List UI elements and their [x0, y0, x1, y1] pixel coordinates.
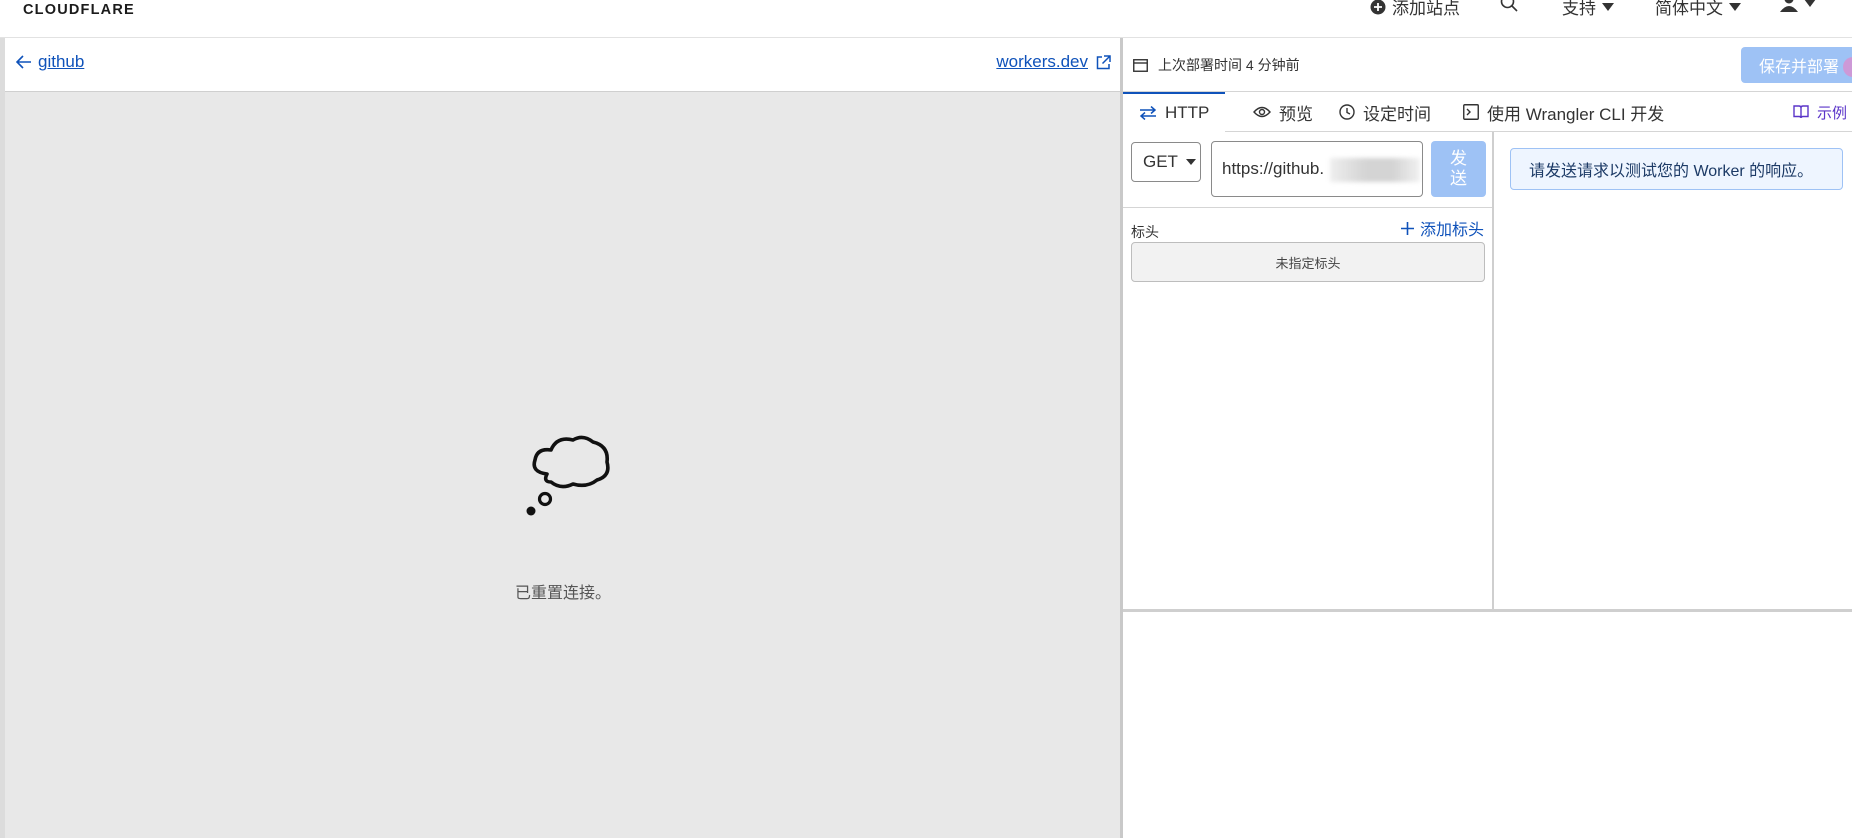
add-header-label: 添加标头: [1420, 222, 1485, 239]
add-site-link[interactable]: 添加站点: [1370, 0, 1460, 19]
terminal-icon: [1463, 104, 1479, 120]
workers-dev-label: workers.dev: [996, 52, 1088, 71]
tab-http[interactable]: HTTP: [1123, 92, 1226, 132]
tab-schedule[interactable]: 设定时间: [1331, 92, 1439, 132]
deploy-status: 上次部署时间 4 分钟前: [1133, 55, 1300, 75]
language-label: 简体中文: [1655, 0, 1723, 18]
tab-http-label: HTTP: [1165, 103, 1210, 122]
add-header-button[interactable]: 添加标头: [1401, 216, 1484, 240]
tool-tabs: HTTP 预览 设定时间 使用 Wrangler CLI 开发 示例: [1123, 92, 1852, 132]
deploy-time-text: 上次部署时间 4 分钟前: [1158, 57, 1300, 73]
editor-pane: 上次部署时间 4 分钟前 保存并部署 HTTP 预览 设定时间 使用 Wrang…: [1123, 38, 1852, 838]
workers-dev-link[interactable]: workers.dev: [996, 52, 1111, 72]
add-site-label: 添加站点: [1392, 0, 1460, 18]
language-menu[interactable]: 简体中文: [1655, 0, 1741, 19]
response-notice: 请发送请求以测试您的 Worker 的响应。: [1510, 148, 1843, 190]
calendar-icon: [1133, 58, 1148, 72]
tab-wrangler-label: 使用 Wrangler CLI 开发: [1487, 104, 1665, 124]
support-menu[interactable]: 支持: [1562, 0, 1614, 19]
cloudflare-logo[interactable]: CLOUDFLARE: [23, 0, 153, 22]
thought-cloud-icon: [526, 435, 610, 516]
external-link-icon: [1096, 54, 1111, 69]
chevron-down-icon: [1804, 0, 1816, 7]
method-select[interactable]: GET: [1131, 142, 1201, 182]
request-divider: [1123, 207, 1492, 208]
search-button[interactable]: [1500, 0, 1518, 12]
top-nav: CLOUDFLARE 添加站点 支持 简体中文: [0, 0, 1852, 38]
logo-wordmark: CLOUDFLARE: [23, 2, 135, 18]
headers-label: 标头: [1131, 224, 1159, 240]
account-menu[interactable]: [1780, 0, 1816, 12]
no-headers-placeholder: 未指定标头: [1131, 242, 1485, 282]
eye-icon: [1253, 106, 1271, 118]
chevron-down-icon: [1729, 2, 1741, 11]
chevron-down-icon: [1602, 2, 1614, 11]
send-label-line2: 送: [1450, 169, 1467, 188]
clock-icon: [1339, 104, 1355, 120]
deploy-bar: 上次部署时间 4 分钟前 保存并部署: [1123, 38, 1852, 92]
save-and-deploy-button[interactable]: 保存并部署: [1741, 47, 1852, 83]
url-input[interactable]: https://github.: [1211, 141, 1423, 197]
tab-wrangler[interactable]: 使用 Wrangler CLI 开发: [1455, 92, 1672, 132]
preview-pane: github workers.dev 已重置连接。: [0, 38, 1121, 838]
empty-state-message: 已重置连接。: [514, 585, 611, 602]
plus-circle-icon: [1370, 0, 1386, 14]
arrow-left-icon: [16, 55, 31, 69]
search-icon: [1500, 0, 1518, 12]
arrows-exchange-icon: [1139, 106, 1157, 120]
chevron-down-icon: [1185, 159, 1196, 165]
book-icon: [1793, 105, 1809, 119]
horizontal-resize-handle[interactable]: [1123, 609, 1852, 612]
tab-schedule-label: 设定时间: [1363, 104, 1431, 124]
preview-toolbar: github workers.dev: [5, 38, 1121, 92]
redacted-blur: [1330, 158, 1420, 182]
tab-preview-label: 预览: [1279, 104, 1313, 124]
send-label-line1: 发: [1450, 149, 1467, 168]
tab-preview[interactable]: 预览: [1245, 92, 1321, 132]
request-panel: GET https://github. 发 送 标头 添加标头 未指定标头: [1123, 132, 1494, 609]
examples-label: 示例: [1817, 104, 1848, 122]
url-value: https://github.: [1222, 159, 1325, 178]
user-icon: [1780, 0, 1798, 12]
method-value: GET: [1143, 152, 1178, 171]
plus-icon: [1401, 221, 1414, 235]
back-link[interactable]: github: [16, 52, 84, 72]
preview-empty-state: 已重置连接。: [5, 92, 1121, 838]
support-label: 支持: [1562, 0, 1596, 18]
back-link-label: github: [38, 52, 85, 71]
send-button[interactable]: 发 送: [1431, 141, 1486, 197]
response-panel: 请发送请求以测试您的 Worker 的响应。: [1496, 132, 1852, 609]
examples-link[interactable]: 示例: [1793, 92, 1847, 132]
